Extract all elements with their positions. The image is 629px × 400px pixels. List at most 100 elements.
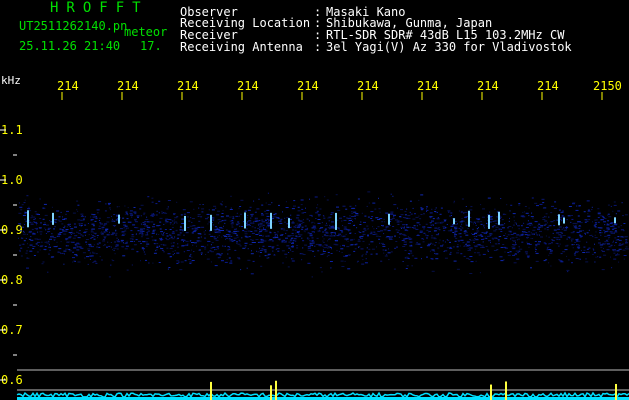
noise-dot bbox=[223, 225, 224, 227]
noise-dot bbox=[91, 223, 95, 225]
noise-dot bbox=[296, 214, 300, 216]
noise-dot bbox=[80, 223, 83, 225]
noise-dot bbox=[430, 237, 434, 239]
noise-dot bbox=[320, 253, 324, 255]
noise-dot bbox=[452, 246, 455, 248]
noise-dot bbox=[161, 210, 163, 212]
noise-dot bbox=[217, 210, 221, 212]
noise-dot bbox=[91, 234, 93, 236]
noise-dot bbox=[72, 257, 75, 259]
noise-dot bbox=[333, 235, 336, 237]
noise-dot bbox=[229, 262, 233, 264]
noise-dot bbox=[278, 204, 280, 206]
noise-dot bbox=[271, 202, 273, 204]
noise-dot bbox=[524, 251, 528, 253]
noise-dot bbox=[305, 207, 306, 209]
noise-dot bbox=[606, 229, 608, 231]
noise-dot bbox=[18, 202, 20, 204]
noise-dot bbox=[366, 247, 368, 249]
noise-dot bbox=[568, 259, 570, 261]
noise-dot bbox=[515, 236, 518, 238]
noise-dot bbox=[423, 232, 426, 234]
noise-dot bbox=[414, 213, 416, 215]
noise-dot bbox=[291, 260, 295, 262]
noise-dot bbox=[384, 255, 388, 257]
noise-dot bbox=[35, 243, 38, 245]
noise-dot bbox=[500, 224, 504, 226]
noise-dot bbox=[448, 211, 450, 213]
noise-dot bbox=[93, 261, 97, 263]
meteor-streak bbox=[52, 212, 54, 225]
noise-dot bbox=[224, 261, 228, 263]
noise-dot bbox=[237, 221, 240, 223]
noise-dot bbox=[617, 226, 620, 228]
noise-dot bbox=[431, 249, 433, 251]
noise-dot bbox=[141, 234, 144, 236]
noise-dot bbox=[154, 243, 156, 245]
noise-dot bbox=[103, 236, 107, 238]
noise-dot bbox=[556, 238, 558, 240]
noise-dot bbox=[64, 225, 66, 227]
noise-dot bbox=[108, 276, 111, 278]
noise-dot bbox=[116, 215, 118, 217]
noise-dot bbox=[485, 232, 487, 234]
noise-dot bbox=[417, 234, 420, 236]
noise-dot bbox=[45, 233, 47, 234]
noise-dot bbox=[140, 260, 141, 262]
noise-dot bbox=[372, 234, 376, 235]
noise-dot bbox=[594, 219, 597, 221]
noise-dot bbox=[419, 224, 421, 226]
noise-dot bbox=[167, 253, 171, 255]
noise-dot bbox=[610, 205, 612, 207]
noise-dot bbox=[393, 204, 397, 206]
noise-dot bbox=[442, 240, 444, 242]
noise-dot bbox=[425, 234, 427, 236]
noise-dot bbox=[74, 226, 77, 228]
noise-dot bbox=[174, 250, 176, 252]
noise-dot bbox=[512, 224, 515, 226]
noise-dot bbox=[431, 220, 434, 222]
noise-dot bbox=[251, 215, 253, 217]
noise-dot bbox=[400, 209, 403, 211]
noise-dot bbox=[94, 260, 96, 262]
noise-dot bbox=[520, 215, 523, 217]
noise-dot bbox=[214, 249, 215, 251]
noise-dot bbox=[214, 265, 218, 267]
noise-dot bbox=[192, 244, 194, 246]
noise-dot bbox=[35, 229, 38, 231]
noise-dot bbox=[217, 248, 219, 250]
noise-dot bbox=[70, 233, 72, 235]
noise-dot bbox=[281, 241, 284, 243]
noise-dot bbox=[271, 247, 274, 249]
noise-dot bbox=[159, 228, 162, 230]
noise-dot bbox=[607, 223, 609, 225]
noise-dot bbox=[125, 211, 128, 213]
noise-dot bbox=[515, 242, 516, 244]
noise-dot bbox=[302, 222, 305, 223]
noise-dot bbox=[111, 220, 115, 222]
noise-dot bbox=[309, 198, 310, 200]
noise-dot bbox=[192, 225, 196, 227]
noise-dot bbox=[209, 250, 212, 252]
noise-dot bbox=[409, 211, 411, 213]
noise-dot bbox=[459, 233, 462, 235]
noise-dot bbox=[175, 230, 178, 232]
noise-dot bbox=[191, 242, 194, 243]
noise-dot bbox=[322, 253, 326, 254]
noise-dot bbox=[35, 213, 39, 215]
noise-dot bbox=[145, 245, 148, 247]
noise-dot bbox=[26, 233, 28, 235]
noise-dot bbox=[231, 240, 234, 242]
noise-dot bbox=[567, 271, 569, 273]
noise-dot bbox=[407, 253, 410, 255]
noise-dot bbox=[144, 221, 147, 223]
noise-dot bbox=[426, 229, 429, 231]
noise-dot bbox=[295, 232, 297, 234]
noise-dot bbox=[28, 230, 32, 232]
noise-dot bbox=[615, 213, 617, 215]
noise-dot bbox=[196, 240, 200, 242]
noise-dot bbox=[156, 225, 160, 227]
noise-dot bbox=[247, 214, 249, 216]
noise-dot bbox=[166, 239, 170, 241]
noise-dot bbox=[104, 210, 107, 212]
